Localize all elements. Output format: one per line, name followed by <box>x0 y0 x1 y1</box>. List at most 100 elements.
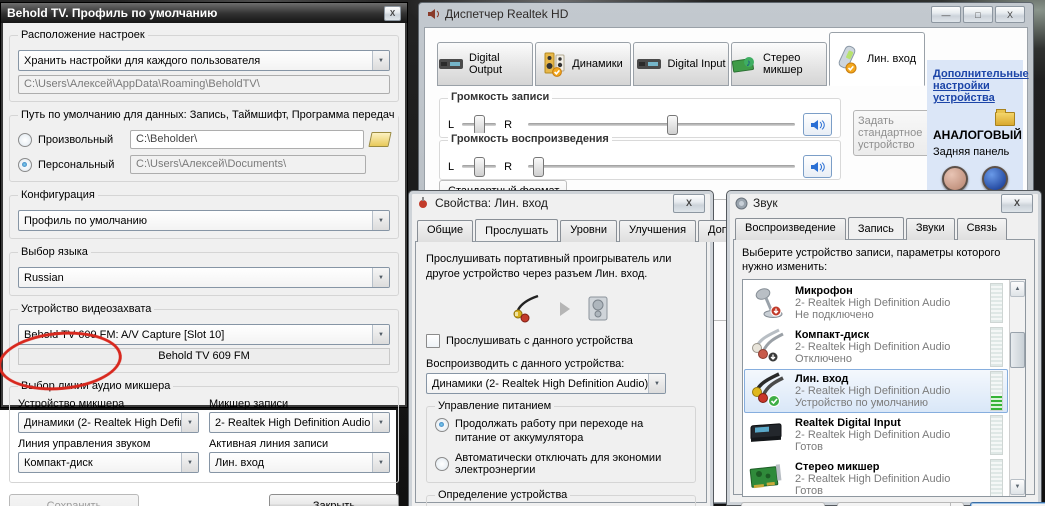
record-balance-slider[interactable] <box>462 123 496 126</box>
tab-levels[interactable]: Уровни <box>560 220 617 242</box>
folder-icon[interactable] <box>995 112 1015 126</box>
realtek-window-title: Диспетчер Realtek HD <box>445 7 568 21</box>
advanced-settings-link[interactable]: Дополнительные настройки устройства <box>933 68 1029 104</box>
personal-path-radio[interactable] <box>18 158 32 172</box>
record-volume-slider[interactable] <box>528 123 795 126</box>
close-window-button[interactable]: Закрыть <box>269 494 399 506</box>
tab-line-in[interactable]: Лин. вход <box>829 32 925 86</box>
set-default-chevron[interactable]: ▼ <box>951 502 964 506</box>
mixer-device-combo[interactable]: Динамики (2- Realtek High Definition Aud… <box>18 412 199 433</box>
power-management-group: Управление питанием Продолжать работу пр… <box>426 406 696 483</box>
device-driver: 2- Realtek High Definition Audio <box>795 429 982 441</box>
rca-cables-icon <box>749 372 787 410</box>
device-detection-label: Определение устройства <box>435 489 570 501</box>
chevron-down-icon: ▼ <box>372 211 389 230</box>
close-icon[interactable]: X <box>673 194 705 213</box>
active-record-line-combo[interactable]: Лин. вход▼ <box>209 452 390 473</box>
speaker-icon <box>810 118 826 132</box>
minimize-button[interactable]: — <box>931 6 961 23</box>
balance-right-label: R <box>504 119 512 131</box>
language-combo[interactable]: Russian ▼ <box>18 267 390 288</box>
device-name: Компакт-диск <box>795 329 982 341</box>
playback-balance-slider[interactable] <box>462 165 496 168</box>
device-name: Realtek Digital Input <box>795 417 982 429</box>
record-mute-button[interactable] <box>803 113 832 136</box>
continue-on-battery-radio[interactable] <box>435 418 449 432</box>
tab-general[interactable]: Общие <box>417 220 473 242</box>
scroll-up-icon[interactable]: ▲ <box>1010 281 1025 297</box>
maximize-button[interactable]: □ <box>963 6 993 23</box>
tab-recording[interactable]: Запись <box>848 217 904 239</box>
device-row-cd[interactable]: Компакт-диск 2- Realtek High Definition … <box>744 325 1008 369</box>
tab-sounds[interactable]: Звуки <box>906 218 955 240</box>
listen-checkbox[interactable] <box>426 334 440 348</box>
scroll-down-icon[interactable]: ▼ <box>1010 479 1025 495</box>
tab-listen[interactable]: Прослушать <box>475 219 558 241</box>
configuration-combo[interactable]: Профиль по умолчанию ▼ <box>18 210 390 231</box>
speaker-icon <box>810 160 826 174</box>
device-row-stereo-mixer[interactable]: Стерео микшер 2- Realtek High Definition… <box>744 457 1008 496</box>
folder-browse-icon[interactable] <box>368 132 391 147</box>
sound-control-line-combo[interactable]: Компакт-диск▼ <box>18 452 199 473</box>
tab-digital-input[interactable]: Digital Input <box>633 42 729 86</box>
tab-playback[interactable]: Воспроизведение <box>735 218 846 240</box>
sound-title-bar[interactable]: Звук X <box>727 191 1041 215</box>
language-group: Выбор языка Russian ▼ <box>9 252 399 296</box>
playback-device-combo[interactable]: Динамики (2- Realtek High Definition Aud… <box>426 373 666 394</box>
behold-title-bar[interactable]: Behold TV. Профиль по умолчанию X <box>1 3 407 23</box>
close-button[interactable]: X <box>995 6 1025 23</box>
jack-pink[interactable] <box>942 166 968 192</box>
chevron-down-icon: ▼ <box>372 268 389 287</box>
device-row-digital-input[interactable]: Realtek Digital Input 2- Realtek High De… <box>744 413 1008 457</box>
playback-mute-button[interactable] <box>803 155 832 178</box>
recording-instruction: Выберите устройство записи, параметры ко… <box>742 246 1012 274</box>
listen-description: Прослушивать портативный проигрыватель и… <box>426 252 676 282</box>
close-icon[interactable]: X <box>384 6 401 21</box>
tab-digital-output[interactable]: Digital Output <box>437 42 533 86</box>
settings-location-combo[interactable]: Хранить настройки для каждого пользовате… <box>18 50 390 71</box>
device-driver: 2- Realtek High Definition Audio <box>795 473 982 485</box>
tab-communications[interactable]: Связь <box>957 218 1007 240</box>
speakers-icon <box>543 51 567 77</box>
digital-device-icon <box>438 56 464 72</box>
save-button[interactable]: Сохранить <box>9 494 139 506</box>
device-row-line-in[interactable]: Лин. вход 2- Realtek High Definition Aud… <box>744 369 1008 413</box>
close-icon[interactable]: X <box>1001 194 1033 213</box>
properties-title-bar[interactable]: Свойства: Лин. вход X <box>409 191 713 215</box>
custom-path-radio[interactable] <box>18 133 32 147</box>
level-meter <box>990 327 1003 367</box>
properties-button[interactable]: Свойства <box>970 502 1045 506</box>
digital-input-box-icon <box>749 418 787 452</box>
settings-location-label: Расположение настроек <box>18 29 148 41</box>
tab-stereo-mixer[interactable]: ♪ Стерео микшер <box>731 42 827 86</box>
balance-left-label: L <box>448 161 454 173</box>
language-label: Выбор языка <box>18 246 91 258</box>
record-mixer-combo[interactable]: 2- Realtek High Definition Audio▼ <box>209 412 390 433</box>
set-default-button[interactable]: По умолчанию <box>837 502 951 506</box>
listen-tab-page: Прослушивать портативный проигрыватель и… <box>415 241 707 503</box>
balance-right-label: R <box>504 161 512 173</box>
device-row-microphone[interactable]: Микрофон 2- Realtek High Definition Audi… <box>744 281 1008 325</box>
configure-button[interactable]: Настроить <box>741 502 825 506</box>
balance-left-label: L <box>448 119 454 131</box>
recording-device-list: Микрофон 2- Realtek High Definition Audi… <box>743 280 1009 496</box>
realtek-device-tabs: Digital Output Динамики Digital Input ♪ … <box>437 32 925 86</box>
capture-device-label: Устройство видеозахвата <box>18 303 154 315</box>
scrollbar-thumb[interactable] <box>1010 332 1025 368</box>
auto-disable-radio[interactable] <box>435 457 449 471</box>
analog-section-title: АНАЛОГОВЫЙ <box>933 128 1017 142</box>
tab-speakers[interactable]: Динамики <box>535 42 631 86</box>
device-detection-group: Определение устройства Не запрашивать пр… <box>426 495 696 506</box>
list-scrollbar[interactable]: ▲ ▼ <box>1009 280 1025 496</box>
settings-path-field: C:\Users\Алексей\AppData\Roaming\BeholdT… <box>18 75 390 94</box>
personal-path-radio-label: Персональный <box>38 159 124 171</box>
custom-path-field[interactable]: C:\Beholder\ <box>130 130 364 149</box>
jack-blue[interactable] <box>982 166 1008 192</box>
record-volume-group: Громкость записи L R <box>439 98 841 138</box>
playback-volume-label: Громкость воспроизведения <box>448 133 612 145</box>
playback-volume-group: Громкость воспроизведения L R <box>439 140 841 180</box>
digital-device-icon <box>636 56 662 72</box>
tab-enhancements[interactable]: Улучшения <box>619 220 696 242</box>
playback-volume-slider[interactable] <box>528 165 795 168</box>
record-mixer-label: Микшер записи <box>209 398 390 410</box>
